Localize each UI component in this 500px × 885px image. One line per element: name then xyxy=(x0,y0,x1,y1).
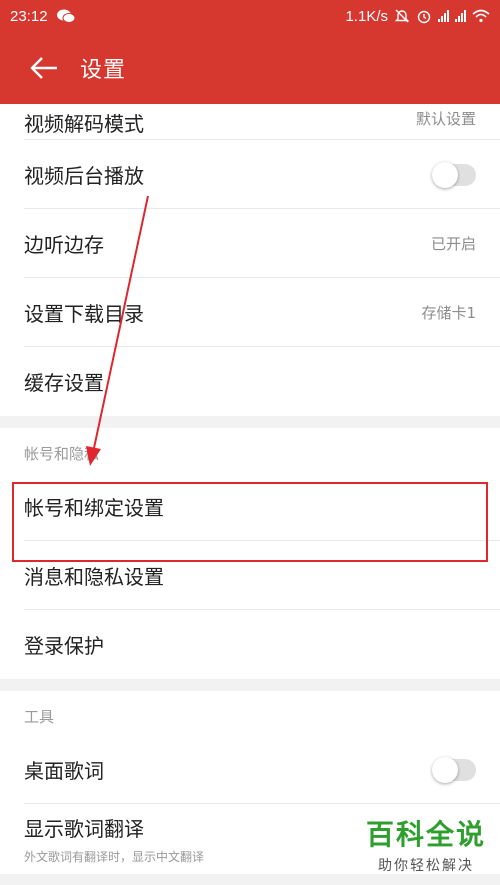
section-divider xyxy=(0,679,500,691)
highlight-annotation xyxy=(12,482,488,562)
setting-desktop-lyrics[interactable]: 桌面歌词 xyxy=(0,735,500,804)
setting-value: 默认设置 xyxy=(415,110,476,128)
back-button[interactable] xyxy=(12,32,76,104)
wifi-icon xyxy=(472,9,490,23)
watermark-subtitle: 助你轻松解决 xyxy=(377,858,474,874)
section-divider xyxy=(0,416,500,428)
video-background-toggle[interactable] xyxy=(432,161,476,188)
alarm-icon xyxy=(417,10,431,24)
signal-icon xyxy=(438,10,449,22)
network-speed: 1.1K/s xyxy=(345,7,388,25)
signal-icon-2 xyxy=(455,10,466,22)
setting-value: 存储卡1 xyxy=(421,304,476,322)
setting-cache[interactable]: 缓存设置 xyxy=(0,347,500,416)
setting-label: 桌面歌词 xyxy=(24,759,104,783)
watermark-title: 百科全说 xyxy=(365,818,486,851)
setting-download-dir[interactable]: 设置下载目录 存储卡1 xyxy=(0,278,500,347)
section-general: 视频解码模式 默认设置 视频后台播放 边听边存 已开启 设置下载目录 存储卡1 … xyxy=(0,104,500,416)
section-header: 帐号和隐私 xyxy=(0,428,500,472)
setting-listen-save[interactable]: 边听边存 已开启 xyxy=(0,209,500,278)
setting-login-protect[interactable]: 登录保护 xyxy=(0,610,500,679)
setting-video-decode[interactable]: 视频解码模式 默认设置 xyxy=(0,104,500,140)
section-header: 工具 xyxy=(0,691,500,735)
status-bar: 23:12 1.1K/s xyxy=(0,0,500,32)
app-bar: 设置 xyxy=(0,32,500,104)
setting-label: 边听边存 xyxy=(24,233,104,257)
setting-video-background-play[interactable]: 视频后台播放 xyxy=(0,140,500,209)
setting-label: 登录保护 xyxy=(24,634,104,658)
desktop-lyrics-toggle[interactable] xyxy=(432,756,476,783)
setting-value: 已开启 xyxy=(430,235,476,253)
setting-label: 缓存设置 xyxy=(24,371,104,395)
mute-icon xyxy=(394,9,410,23)
status-time: 23:12 xyxy=(10,7,48,25)
page-title: 设置 xyxy=(80,58,127,83)
setting-label: 视频后台播放 xyxy=(24,164,144,188)
setting-label: 视频解码模式 xyxy=(24,112,144,136)
wechat-icon xyxy=(56,9,76,23)
watermark-logo: 百科全说 助你轻松解决 xyxy=(366,813,486,875)
back-arrow-icon xyxy=(30,57,57,79)
setting-label: 设置下载目录 xyxy=(24,302,144,326)
setting-label: 消息和隐私设置 xyxy=(24,565,164,589)
